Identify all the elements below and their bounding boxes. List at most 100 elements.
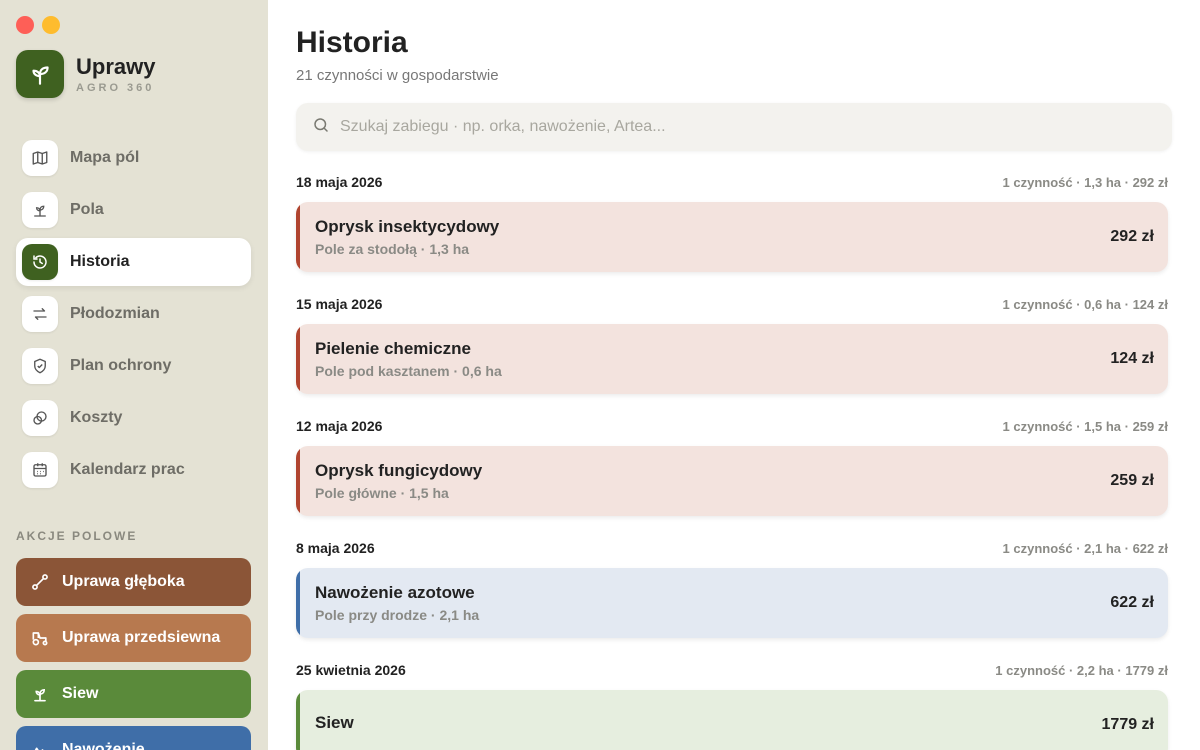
group-summary: 1 czynność · 0,6 ha · 124 zł xyxy=(1002,296,1168,312)
sidebar-item-plan-ochrony[interactable]: Plan ochrony xyxy=(16,342,251,390)
sidebar-item-pola[interactable]: Pola xyxy=(16,186,251,234)
brand: Uprawy AGRO 360 xyxy=(16,50,155,98)
minimize-window-button[interactable] xyxy=(42,16,60,34)
app-subtitle: AGRO 360 xyxy=(76,81,155,94)
action-button-2[interactable]: Uprawa przedsiewna xyxy=(16,614,251,662)
fertilizer-icon xyxy=(30,740,50,750)
field-actions: Uprawa głęboka Uprawa przedsiewna Siew Nawo… xyxy=(16,558,251,750)
window-controls xyxy=(16,16,60,34)
main-content: Historia 21 czynności w gospodarstwie 18… xyxy=(296,0,1172,750)
entry-field: Pole za stodołą · 1,3 ha xyxy=(315,241,470,257)
seedling-icon xyxy=(30,684,50,704)
sidebar-item-label: Koszty xyxy=(70,409,123,426)
entry-field: Pole główne · 1,5 ha xyxy=(315,485,449,501)
map-icon xyxy=(22,140,58,176)
search-icon xyxy=(312,116,330,139)
entry-cost: 259 zł xyxy=(1110,472,1154,489)
history-group: 8 maja 2026 1 czynność · 2,1 ha · 622 zł N… xyxy=(296,538,1168,638)
entry-text: Oprysk fungicydowy Pole główne · 1,5 ha xyxy=(315,461,1110,501)
rotate-icon xyxy=(22,296,58,332)
history-group: 15 maja 2026 1 czynność · 0,6 ha · 124 zł… xyxy=(296,294,1168,394)
history-group: 12 maja 2026 1 czynność · 1,5 ha · 259 zł… xyxy=(296,416,1168,516)
app-name: Uprawy xyxy=(76,53,156,79)
history-group-header: 25 kwietnia 2026 1 czynność · 2,2 ha · 17… xyxy=(296,660,1168,680)
search-bar[interactable] xyxy=(296,103,1172,151)
group-date: 8 maja 2026 xyxy=(296,540,375,556)
sprout-icon xyxy=(22,192,58,228)
group-date: 12 maja 2026 xyxy=(296,418,383,434)
sidebar-item-plodozmian[interactable]: Płodozmian xyxy=(16,290,251,338)
tractor-icon xyxy=(30,628,50,648)
section-label-field-actions: AKCJE POLOWE xyxy=(16,529,138,543)
plow-icon xyxy=(30,572,50,592)
history-entry-card[interactable]: Pielenie chemiczne Pole pod kasztanem · 0… xyxy=(296,324,1168,394)
category-stripe xyxy=(296,446,300,516)
sidebar: Uprawy AGRO 360 Mapa pól Pola Historia Płod… xyxy=(0,0,268,750)
entry-title: Oprysk insektycydowy xyxy=(315,217,500,236)
sidebar-item-label: Kalendarz prac xyxy=(70,461,185,478)
entry-text: Oprysk insektycydowy Pole za stodołą · 1,… xyxy=(315,217,1110,257)
history-group: 18 maja 2026 1 czynność · 1,3 ha · 292 zł… xyxy=(296,172,1168,272)
group-date: 18 maja 2026 xyxy=(296,174,383,190)
history-list: 18 maja 2026 1 czynność · 1,3 ha · 292 zł… xyxy=(296,172,1168,750)
history-group: 25 kwietnia 2026 1 czynność · 2,2 ha · 17… xyxy=(296,660,1168,750)
page-title: Historia xyxy=(296,26,408,59)
action-button-4[interactable]: Nawożenie xyxy=(16,726,251,750)
sidebar-item-label: Plan ochrony xyxy=(70,357,172,374)
action-button-label: Uprawa głęboka xyxy=(62,573,185,590)
entry-text: Siew xyxy=(315,713,1102,737)
search-input[interactable] xyxy=(340,118,1140,136)
sidebar-item-label: Pola xyxy=(70,201,104,218)
sidebar-item-label: Płodozmian xyxy=(70,305,160,322)
category-stripe xyxy=(296,568,300,638)
group-summary: 1 czynność · 1,3 ha · 292 zł xyxy=(1002,174,1168,190)
history-group-header: 12 maja 2026 1 czynność · 1,5 ha · 259 zł xyxy=(296,416,1168,436)
entry-cost: 292 zł xyxy=(1110,228,1154,245)
entry-cost: 124 zł xyxy=(1110,350,1154,367)
group-summary: 1 czynność · 1,5 ha · 259 zł xyxy=(1002,418,1168,434)
sidebar-nav: Mapa pól Pola Historia Płodozmian Plan ochro… xyxy=(16,134,251,498)
calendar-icon xyxy=(22,452,58,488)
group-summary: 1 czynność · 2,1 ha · 622 zł xyxy=(1002,540,1168,556)
entry-title: Oprysk fungicydowy xyxy=(315,461,483,480)
group-summary: 1 czynność · 2,2 ha · 1779 zł xyxy=(995,662,1168,678)
history-entry-card[interactable]: Siew 1779 zł xyxy=(296,690,1168,750)
entry-title: Pielenie chemiczne xyxy=(315,339,471,358)
sprout-logo-icon xyxy=(16,50,64,98)
group-date: 25 kwietnia 2026 xyxy=(296,662,406,678)
entry-title: Nawożenie azotowe xyxy=(315,583,475,602)
history-group-header: 18 maja 2026 1 czynność · 1,3 ha · 292 zł xyxy=(296,172,1168,192)
action-button-3[interactable]: Siew xyxy=(16,670,251,718)
close-window-button[interactable] xyxy=(16,16,34,34)
history-entry-card[interactable]: Oprysk insektycydowy Pole za stodołą · 1,… xyxy=(296,202,1168,272)
entry-field: Pole pod kasztanem · 0,6 ha xyxy=(315,363,502,379)
action-button-1[interactable]: Uprawa głęboka xyxy=(16,558,251,606)
category-stripe xyxy=(296,690,300,750)
entry-text: Pielenie chemiczne Pole pod kasztanem · 0… xyxy=(315,339,1110,379)
sidebar-item-kalendarz-prac[interactable]: Kalendarz prac xyxy=(16,446,251,494)
sidebar-item-mapa-pol[interactable]: Mapa pól xyxy=(16,134,251,182)
sidebar-item-koszty[interactable]: Koszty xyxy=(16,394,251,442)
entry-cost: 622 zł xyxy=(1110,594,1154,611)
history-group-header: 15 maja 2026 1 czynność · 0,6 ha · 124 zł xyxy=(296,294,1168,314)
group-date: 15 maja 2026 xyxy=(296,296,383,312)
sidebar-item-historia[interactable]: Historia xyxy=(16,238,251,286)
action-button-label: Siew xyxy=(62,685,99,702)
history-group-header: 8 maja 2026 1 czynność · 2,1 ha · 622 zł xyxy=(296,538,1168,558)
sidebar-item-label: Historia xyxy=(70,253,130,270)
history-icon xyxy=(22,244,58,280)
sidebar-item-label: Mapa pól xyxy=(70,149,140,166)
action-button-label: Nawożenie xyxy=(62,741,145,750)
action-button-label: Uprawa przedsiewna xyxy=(62,629,221,646)
entry-field: Pole przy drodze · 2,1 ha xyxy=(315,607,480,623)
shield-icon xyxy=(22,348,58,384)
entry-text: Nawożenie azotowe Pole przy drodze · 2,1 … xyxy=(315,583,1110,623)
history-entry-card[interactable]: Oprysk fungicydowy Pole główne · 1,5 ha 25… xyxy=(296,446,1168,516)
entry-cost: 1779 zł xyxy=(1101,716,1154,733)
coins-icon xyxy=(22,400,58,436)
category-stripe xyxy=(296,202,300,272)
entry-title: Siew xyxy=(315,713,354,732)
page-subtitle: 21 czynności w gospodarstwie xyxy=(296,67,499,84)
history-entry-card[interactable]: Nawożenie azotowe Pole przy drodze · 2,1 … xyxy=(296,568,1168,638)
category-stripe xyxy=(296,324,300,394)
